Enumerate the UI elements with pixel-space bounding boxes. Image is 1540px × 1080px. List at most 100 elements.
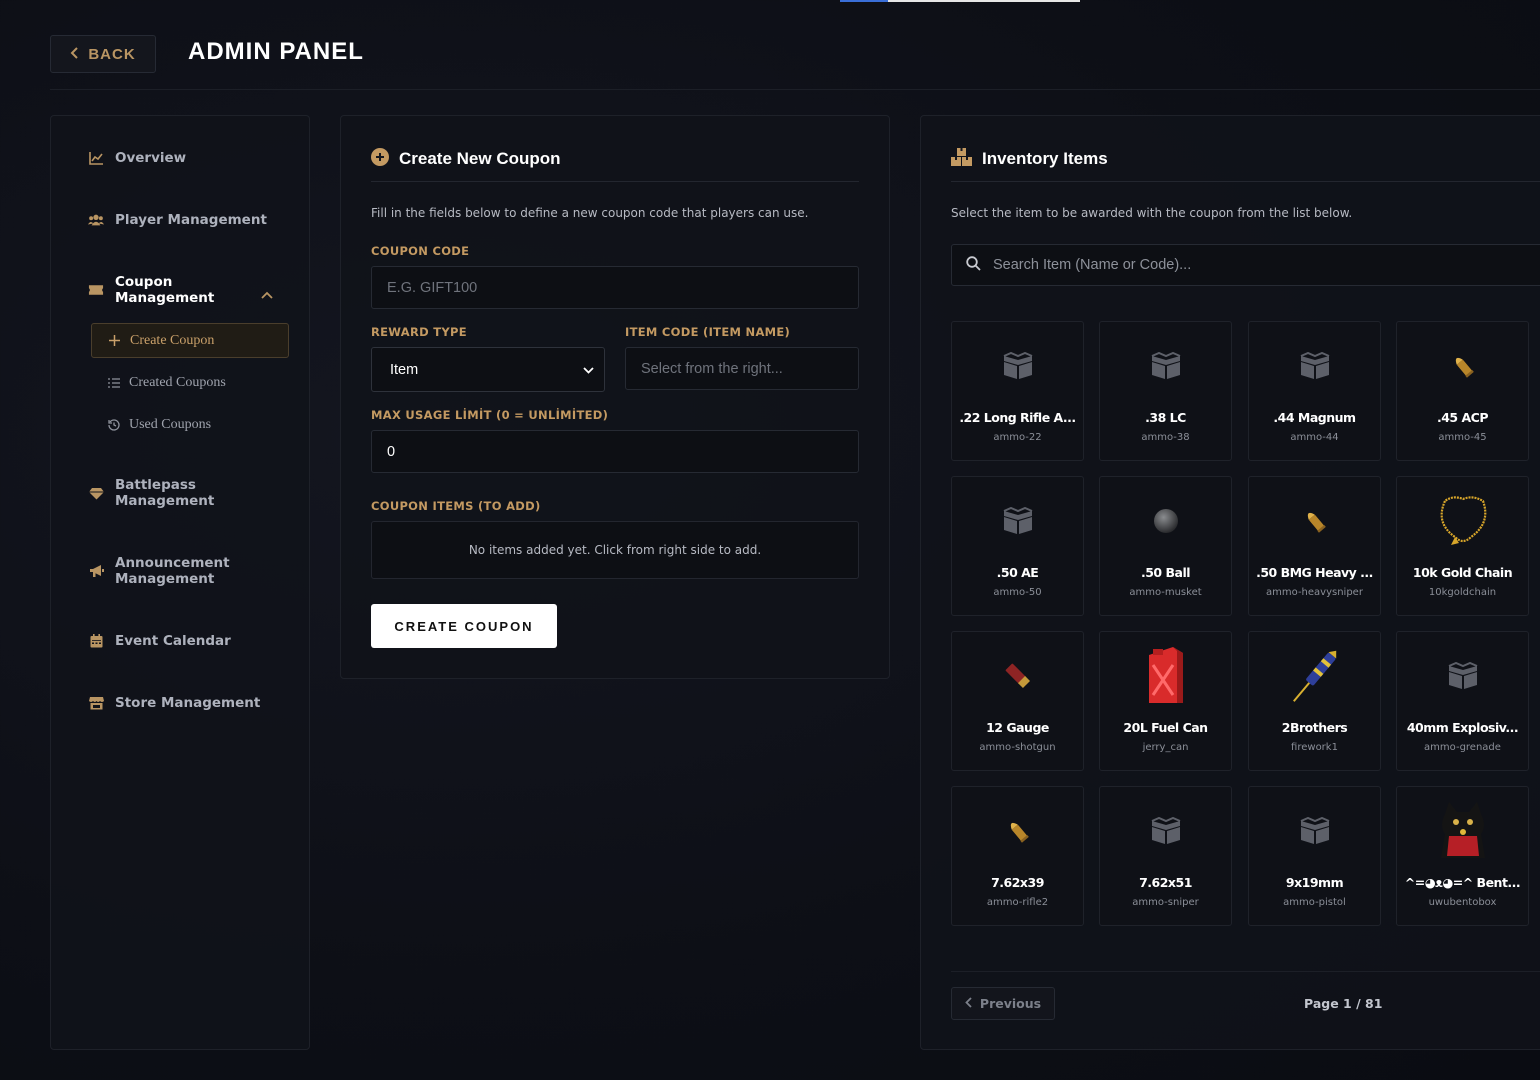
create-coupon-panel: Create New Coupon Fill in the fields bel… — [340, 115, 890, 679]
sidebar-sub-used-coupons[interactable]: Used Coupons — [91, 407, 289, 442]
sidebar-item-label: Announcement Management — [115, 555, 230, 587]
inventory-item-tile[interactable]: ^=◕ᴥ◕=^ Bent... uwubentobox — [1396, 786, 1529, 926]
inventory-item-name: 10k Gold Chain — [1412, 565, 1513, 580]
inventory-item-tile[interactable]: 9x19mm ammo-pistol — [1248, 786, 1381, 926]
reward-type-label: REWARD TYPE — [371, 325, 467, 339]
inventory-item-name: 40mm Explosiv... — [1406, 720, 1519, 735]
sidebar-sub-label: Created Coupons — [129, 374, 226, 390]
box-icon — [1100, 336, 1231, 396]
pager-divider — [951, 971, 1540, 972]
sidebar-sub-created-coupons[interactable]: Created Coupons — [91, 365, 289, 400]
inventory-item-name: 7.62x39 — [991, 875, 1044, 890]
chart-line-icon — [88, 150, 104, 166]
box-icon — [1397, 646, 1528, 706]
sidebar-item-label: Event Calendar — [115, 633, 231, 649]
inventory-item-tile[interactable]: .50 AE ammo-50 — [951, 476, 1084, 616]
create-coupon-button[interactable]: CREATE COUPON — [371, 604, 557, 648]
inventory-item-code: ammo-sniper — [1132, 897, 1199, 908]
box-icon — [1249, 801, 1380, 861]
inventory-title: Inventory Items — [982, 149, 1108, 168]
inventory-item-tile[interactable]: 10k Gold Chain 10kgoldchain — [1396, 476, 1529, 616]
inventory-item-code: jerry_can — [1142, 742, 1189, 753]
inventory-item-tile[interactable]: 40mm Explosiv... ammo-grenade — [1396, 631, 1529, 771]
sidebar-item-label: Coupon Management — [115, 274, 215, 306]
box-icon — [1100, 801, 1231, 861]
sidebar-item-store-management[interactable]: Store Management — [88, 695, 260, 711]
top-progress-fill — [840, 0, 888, 2]
max-usage-input[interactable] — [371, 430, 859, 473]
search-icon — [966, 255, 981, 275]
inventory-item-tile[interactable]: .50 Ball ammo-musket — [1099, 476, 1232, 616]
max-usage-label: MAX USAGE LİMİT (0 = UNLİMİTED) — [371, 408, 609, 422]
previous-label: Previous — [979, 996, 1042, 1011]
inventory-item-code: 10kgoldchain — [1428, 587, 1497, 598]
coupon-items-empty: No items added yet. Click from right sid… — [371, 521, 859, 579]
inventory-item-name: .50 Ball — [1140, 565, 1191, 580]
reward-type-select[interactable]: Item — [371, 347, 605, 392]
chevron-up-icon[interactable] — [261, 284, 273, 303]
inventory-item-name: 20L Fuel Can — [1123, 720, 1208, 735]
calendar-icon — [88, 633, 104, 649]
sidebar-item-coupon-management[interactable]: Coupon Management — [88, 274, 215, 306]
sidebar-sub-create-coupon[interactable]: Create Coupon — [91, 323, 289, 358]
previous-page-button[interactable]: Previous — [951, 987, 1055, 1020]
inventory-item-tile[interactable]: .44 Magnum ammo-44 — [1248, 321, 1381, 461]
item-code-label: ITEM CODE (ITEM NAME) — [625, 325, 791, 339]
inventory-item-tile[interactable]: .22 Long Rifle A... ammo-22 — [951, 321, 1084, 461]
jerry-can-icon — [1100, 646, 1231, 706]
inventory-item-name: .50 AE — [996, 565, 1039, 580]
list-icon — [107, 377, 120, 388]
back-label: BACK — [88, 45, 136, 63]
inventory-item-tile[interactable]: 7.62x51 ammo-sniper — [1099, 786, 1232, 926]
inventory-item-tile[interactable]: 2Brothers firework1 — [1248, 631, 1381, 771]
sidebar-item-event-calendar[interactable]: Event Calendar — [88, 633, 231, 649]
card-divider — [951, 181, 1540, 182]
sidebar: Overview Player Management Coupon Manage… — [50, 115, 310, 1050]
coupon-code-input[interactable] — [371, 266, 859, 309]
inventory-item-name: .44 Magnum — [1273, 410, 1356, 425]
boxes-icon — [951, 148, 972, 170]
item-search-field[interactable]: Search Item (Name or Code)... — [951, 244, 1540, 286]
inventory-item-code: ammo-heavysniper — [1266, 587, 1363, 598]
sidebar-item-announcement-management[interactable]: Announcement Management — [88, 555, 235, 587]
inventory-item-tile[interactable]: .50 BMG Heavy ... ammo-heavysniper — [1248, 476, 1381, 616]
firework-icon — [1249, 646, 1380, 706]
inventory-item-name: .38 LC — [1145, 410, 1186, 425]
ticket-icon — [88, 282, 104, 298]
search-placeholder: Search Item (Name or Code)... — [993, 257, 1192, 273]
inventory-item-tile[interactable]: 20L Fuel Can jerry_can — [1099, 631, 1232, 771]
gold-chain-icon — [1397, 491, 1528, 551]
coupon-items-label: COUPON ITEMS (TO ADD) — [371, 499, 541, 513]
inventory-item-code: firework1 — [1291, 742, 1338, 753]
lucky-cat-icon — [1397, 801, 1528, 861]
sidebar-item-battlepass-management[interactable]: Battlepass Management — [88, 477, 215, 509]
inventory-panel: Inventory Items Select the item to be aw… — [920, 115, 1540, 1050]
inventory-item-name: .45 ACP — [1436, 410, 1489, 425]
inventory-item-code: ammo-50 — [993, 587, 1042, 598]
inventory-item-tile[interactable]: 7.62x39 ammo-rifle2 — [951, 786, 1084, 926]
back-button[interactable]: BACK — [50, 35, 156, 73]
sidebar-item-player-management[interactable]: Player Management — [88, 212, 267, 228]
sidebar-item-label: Overview — [115, 150, 187, 166]
inventory-item-name: .50 BMG Heavy ... — [1256, 565, 1373, 580]
inventory-item-code: ammo-38 — [1141, 432, 1190, 443]
inventory-item-tile[interactable]: .45 ACP ammo-45 — [1396, 321, 1529, 461]
inventory-item-code: ammo-rifle2 — [986, 897, 1049, 908]
inventory-item-tile[interactable]: .38 LC ammo-38 — [1099, 321, 1232, 461]
top-progress-bar — [840, 0, 1080, 2]
sidebar-item-overview[interactable]: Overview — [88, 150, 186, 166]
item-code-input[interactable] — [625, 347, 859, 390]
box-icon — [1249, 336, 1380, 396]
bullet-icon — [1397, 336, 1528, 396]
plus-icon — [108, 335, 121, 346]
header-divider — [50, 89, 1540, 90]
reward-type-value: Item — [390, 361, 419, 378]
box-icon — [952, 336, 1083, 396]
history-icon — [107, 418, 120, 431]
inventory-grid: .22 Long Rifle A... ammo-22 .38 LC ammo-38.… — [951, 321, 1531, 927]
inventory-item-tile[interactable]: 12 Gauge ammo-shotgun — [951, 631, 1084, 771]
inventory-item-name: 9x19mm — [1285, 875, 1344, 890]
inventory-item-code: ammo-45 — [1438, 432, 1487, 443]
sidebar-item-label: Store Management — [115, 695, 261, 711]
card-divider — [371, 181, 859, 182]
